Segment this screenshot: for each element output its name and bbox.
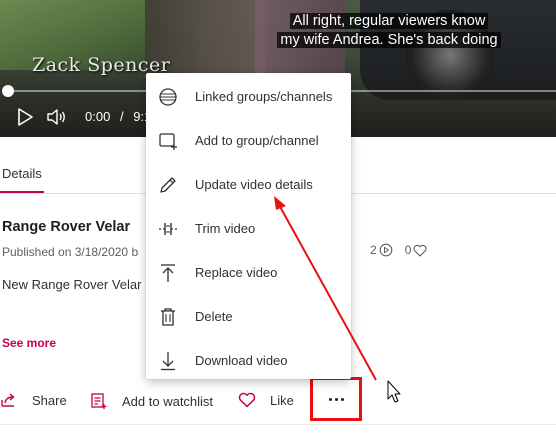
video-caption: All right, regular viewers know my wife … bbox=[258, 12, 520, 50]
trash-icon bbox=[161, 308, 175, 326]
trim-icon bbox=[159, 223, 177, 235]
menu-label-download-video: Download video bbox=[195, 353, 288, 368]
likes-heart-icon bbox=[413, 244, 427, 257]
like-button[interactable]: Like bbox=[238, 392, 294, 408]
video-stats: 2 0 bbox=[370, 243, 427, 257]
more-icon bbox=[328, 397, 344, 401]
likes-count: 0 bbox=[404, 243, 412, 257]
replace-icon bbox=[161, 264, 175, 282]
add-to-group-icon bbox=[159, 133, 177, 150]
menu-label-replace-video: Replace video bbox=[195, 265, 278, 280]
like-label: Like bbox=[270, 392, 294, 408]
menu-label-linked-groups: Linked groups/channels bbox=[195, 89, 333, 104]
globe-icon bbox=[159, 88, 177, 106]
menu-label-trim-video: Trim video bbox=[195, 221, 256, 236]
more-options-button[interactable] bbox=[310, 377, 362, 421]
menu-label-update-details: Update video details bbox=[195, 177, 313, 192]
share-label: Share bbox=[32, 392, 67, 408]
video-title: Range Rover Velar bbox=[2, 219, 131, 235]
mouse-cursor-icon bbox=[387, 380, 401, 403]
caption-line-1: All right, regular viewers know bbox=[289, 13, 489, 29]
menu-label-add-to-group: Add to group/channel bbox=[195, 133, 319, 148]
share-icon bbox=[1, 393, 15, 407]
download-icon bbox=[161, 352, 175, 371]
more-options-menu: Linked groups/channels Add to group/chan… bbox=[146, 73, 351, 379]
views-play-icon bbox=[379, 243, 393, 257]
menu-item-trim-video[interactable]: Trim video bbox=[146, 207, 351, 251]
watchlist-icon bbox=[91, 393, 107, 409]
menu-item-download-video[interactable]: Download video bbox=[146, 339, 351, 383]
menu-item-update-details[interactable]: Update video details bbox=[146, 163, 351, 207]
menu-item-delete[interactable]: Delete bbox=[146, 295, 351, 339]
menu-item-replace-video[interactable]: Replace video bbox=[146, 251, 351, 295]
tab-details[interactable]: Details bbox=[2, 166, 42, 181]
see-more-link[interactable]: See more bbox=[2, 336, 56, 350]
pencil-icon bbox=[160, 177, 176, 193]
volume-icon[interactable] bbox=[46, 107, 68, 127]
progress-handle[interactable] bbox=[2, 85, 14, 97]
action-bar-divider bbox=[0, 424, 556, 425]
playback-time: 0:00 / 9:1 bbox=[85, 109, 151, 124]
watchlist-label: Add to watchlist bbox=[122, 393, 214, 409]
menu-item-linked-groups[interactable]: Linked groups/channels bbox=[146, 75, 351, 119]
time-separator: / bbox=[119, 109, 124, 124]
published-date: Published on 3/18/2020 b bbox=[2, 245, 139, 259]
share-button[interactable]: Share bbox=[0, 392, 67, 408]
play-icon[interactable] bbox=[15, 107, 35, 127]
add-to-watchlist-button[interactable]: Add to watchlist bbox=[90, 392, 213, 410]
menu-label-delete: Delete bbox=[195, 309, 233, 324]
views-count: 2 bbox=[370, 243, 377, 257]
heart-icon bbox=[238, 392, 256, 408]
video-description: New Range Rover Velar bbox=[2, 277, 142, 292]
caption-line-2: my wife Andrea. She's back doing bbox=[277, 32, 501, 48]
menu-item-add-to-group[interactable]: Add to group/channel bbox=[146, 119, 351, 163]
time-current: 0:00 bbox=[85, 109, 111, 124]
